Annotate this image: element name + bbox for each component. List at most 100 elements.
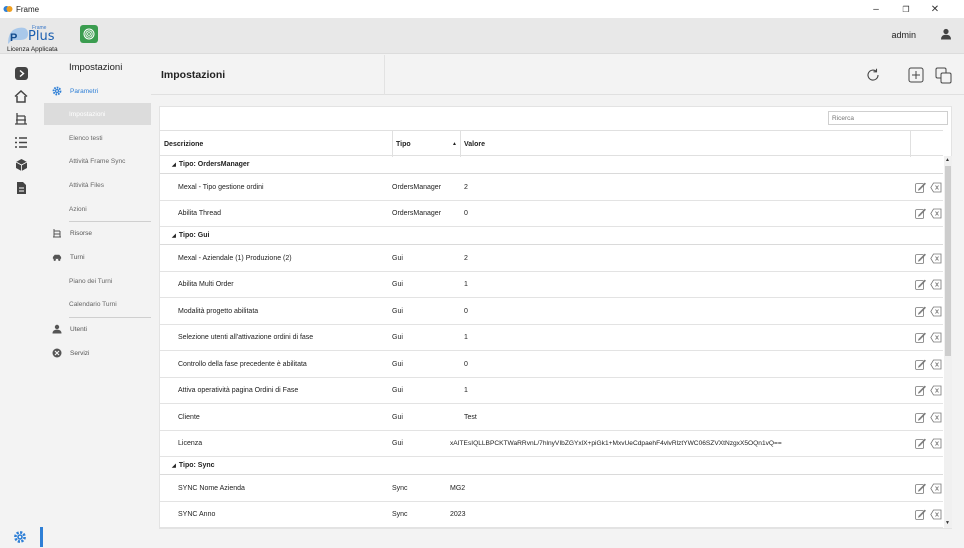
- home-button[interactable]: [13, 88, 29, 104]
- table-row[interactable]: Abilita Thread OrdersManager 0: [160, 201, 943, 227]
- scrollbar-thumb[interactable]: [945, 166, 951, 356]
- cell-tipo: Gui: [392, 413, 403, 421]
- cell-valore: 2023: [450, 511, 466, 518]
- products-button[interactable]: [13, 157, 29, 173]
- column-header-tipo[interactable]: Tipo: [396, 131, 411, 157]
- edit-icon[interactable]: [914, 181, 926, 193]
- nav-item-calendario-turni[interactable]: Calendario Turni: [44, 293, 151, 315]
- edit-icon[interactable]: [914, 358, 926, 370]
- group-row[interactable]: ◢ Tipo: OrdersManager: [160, 156, 943, 174]
- nav-group-risorse[interactable]: Risorse: [44, 222, 151, 244]
- window-titlebar: Frame – ❐ ✕: [0, 0, 964, 18]
- group-row[interactable]: ◢ Tipo: Gui: [160, 227, 943, 245]
- sort-ascending-icon[interactable]: ▲: [452, 131, 457, 157]
- edit-icon[interactable]: [914, 305, 926, 317]
- column-header-descrizione[interactable]: Descrizione: [164, 131, 203, 157]
- expand-menu-button[interactable]: [13, 65, 29, 81]
- list-icon: [15, 136, 27, 148]
- collapse-triangle-icon[interactable]: ◢: [172, 233, 176, 239]
- nav-label: Turni: [70, 253, 85, 261]
- chevron-right-icon: [14, 66, 28, 80]
- table-row[interactable]: SYNC Anno Sync 2023: [160, 502, 943, 528]
- delete-icon[interactable]: [930, 332, 942, 344]
- table-row[interactable]: Licenza Gui xAITEsIQLLBPCKTWaRRvnL/7hlny…: [160, 431, 943, 457]
- table-row[interactable]: Abilita Multi Order Gui 1: [160, 272, 943, 298]
- table-row[interactable]: Attiva operatività pagina Ordini di Fase…: [160, 378, 943, 404]
- settings-gear-icon[interactable]: [13, 530, 27, 544]
- maximize-button[interactable]: ❐: [895, 0, 917, 18]
- list-button[interactable]: [13, 134, 29, 150]
- nav-item-elenco-testi[interactable]: Elenco testi: [44, 127, 151, 149]
- delete-icon[interactable]: [930, 438, 942, 450]
- nav-group-utenti[interactable]: Utenti: [44, 318, 151, 340]
- edit-icon[interactable]: [914, 438, 926, 450]
- nav-item-attivita-frame-sync[interactable]: Attività Frame Sync: [44, 150, 151, 172]
- edit-icon[interactable]: [914, 509, 926, 521]
- edit-icon[interactable]: [914, 385, 926, 397]
- edit-icon[interactable]: [914, 208, 926, 220]
- nav-group-servizi[interactable]: Servizi: [44, 342, 151, 364]
- user-name[interactable]: admin: [891, 30, 916, 40]
- tools-icon: [15, 113, 27, 125]
- documents-button[interactable]: [13, 180, 29, 196]
- table-header: Descrizione Tipo ▲ Valore: [160, 130, 943, 157]
- delete-icon[interactable]: [930, 482, 942, 494]
- column-header-valore[interactable]: Valore: [464, 131, 485, 157]
- module-icon[interactable]: [80, 25, 98, 43]
- table-scrollbar[interactable]: ▲ ▼: [944, 156, 952, 528]
- nav-item-attivita-files[interactable]: Attività Files: [44, 174, 151, 196]
- delete-icon[interactable]: [930, 385, 942, 397]
- table-row[interactable]: Selezione utenti all'attivazione ordini …: [160, 325, 943, 351]
- delete-icon[interactable]: [930, 305, 942, 317]
- cell-valore: xAITEsIQLLBPCKTWaRRvnL/7hlnyVIbZGYxlX+pi…: [450, 440, 782, 447]
- delete-icon[interactable]: [930, 411, 942, 423]
- nav-label: Calendario Turni: [69, 300, 117, 308]
- cell-tipo: Gui: [392, 334, 403, 341]
- edit-icon[interactable]: [914, 279, 926, 291]
- user-icon: [52, 324, 62, 334]
- edit-icon[interactable]: [914, 482, 926, 494]
- delete-icon[interactable]: [930, 208, 942, 220]
- add-button[interactable]: [906, 65, 926, 85]
- user-icon[interactable]: [940, 28, 952, 40]
- table-row[interactable]: Cliente Gui Test: [160, 404, 943, 431]
- cell-tipo: Gui: [392, 387, 403, 394]
- nav-label: Parametri: [70, 87, 99, 95]
- collapse-triangle-icon[interactable]: ◢: [172, 162, 176, 168]
- table-row[interactable]: Mexal - Tipo gestione ordini OrdersManag…: [160, 174, 943, 201]
- delete-icon[interactable]: [930, 181, 942, 193]
- table-row[interactable]: Modalità progetto abilitata Gui 0: [160, 298, 943, 325]
- nav-label: Piano dei Turni: [69, 277, 113, 285]
- edit-icon[interactable]: [914, 252, 926, 264]
- nav-group-parametri[interactable]: Parametri: [44, 80, 151, 102]
- collapse-triangle-icon[interactable]: ◢: [172, 463, 176, 469]
- cell-descrizione: Mexal - Tipo gestione ordini: [178, 183, 264, 191]
- icon-sidebar: [0, 55, 44, 548]
- resources-button[interactable]: [13, 111, 29, 127]
- scroll-up-icon[interactable]: ▲: [945, 157, 950, 163]
- search-input[interactable]: [828, 111, 948, 125]
- group-row[interactable]: ◢ Tipo: Sync: [160, 457, 943, 475]
- header-divider: [384, 55, 385, 95]
- minimize-button[interactable]: –: [865, 0, 887, 18]
- close-window-button[interactable]: ✕: [924, 0, 946, 18]
- nav-item-piano-dei-turni[interactable]: Piano dei Turni: [44, 270, 151, 292]
- delete-icon[interactable]: [930, 252, 942, 264]
- nav-group-turni[interactable]: Turni: [44, 246, 151, 268]
- copy-icon: [935, 67, 951, 83]
- cell-valore: 0: [464, 307, 468, 315]
- table-row[interactable]: Mexal - Aziendale (1) Produzione (2) Gui…: [160, 245, 943, 272]
- delete-icon[interactable]: [930, 358, 942, 370]
- nav-item-azioni[interactable]: Azioni: [44, 198, 151, 220]
- refresh-button[interactable]: [863, 65, 883, 85]
- cell-descrizione: Cliente: [178, 413, 200, 421]
- table-row[interactable]: SYNC Nome Azienda Sync MG2: [160, 475, 943, 502]
- scroll-down-icon[interactable]: ▼: [945, 520, 950, 526]
- duplicate-button[interactable]: [933, 65, 953, 85]
- delete-icon[interactable]: [930, 509, 942, 521]
- delete-icon[interactable]: [930, 279, 942, 291]
- edit-icon[interactable]: [914, 332, 926, 344]
- table-row[interactable]: Controllo della fase precedente è abilit…: [160, 351, 943, 378]
- edit-icon[interactable]: [914, 411, 926, 423]
- nav-item-impostazioni[interactable]: Impostazioni: [44, 103, 151, 125]
